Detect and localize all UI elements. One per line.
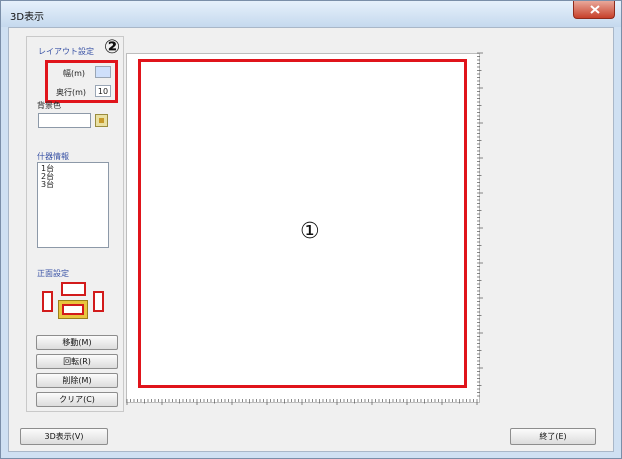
layout-marker: ②: [104, 36, 121, 58]
front-right-option[interactable]: [93, 291, 104, 312]
horizontal-ruler: [126, 399, 478, 405]
close-button[interactable]: [573, 1, 615, 19]
background-color-label: 背景色: [37, 101, 61, 110]
title-bar: 3D表示: [1, 1, 621, 27]
fixture-info-title: 什器情報: [37, 152, 69, 161]
window-title: 3D表示: [10, 12, 45, 23]
front-bottom-option[interactable]: [58, 300, 88, 319]
front-settings-title: 正面設定: [37, 269, 69, 278]
front-bottom-shape: [62, 304, 84, 315]
layout-settings-title: レイアウト設定: [38, 47, 94, 56]
list-item[interactable]: 3台: [41, 181, 105, 189]
canvas-marker: ①: [300, 219, 320, 244]
move-button[interactable]: 移動(M): [36, 335, 118, 350]
layout-highlight-box: [45, 60, 118, 103]
color-picker-icon[interactable]: [95, 114, 108, 127]
fixture-list[interactable]: 1台 2台 3台: [37, 162, 109, 248]
show-3d-button[interactable]: 3D表示(V): [20, 428, 108, 445]
front-top-option[interactable]: [61, 282, 86, 296]
background-color-swatch[interactable]: [38, 113, 91, 128]
front-left-option[interactable]: [42, 291, 53, 312]
delete-button[interactable]: 削除(M): [36, 373, 118, 388]
clear-button[interactable]: クリア(C): [36, 392, 118, 407]
exit-button[interactable]: 終了(E): [510, 428, 596, 445]
vertical-ruler: [477, 52, 483, 397]
close-icon: [590, 5, 600, 14]
rotate-button[interactable]: 回転(R): [36, 354, 118, 369]
